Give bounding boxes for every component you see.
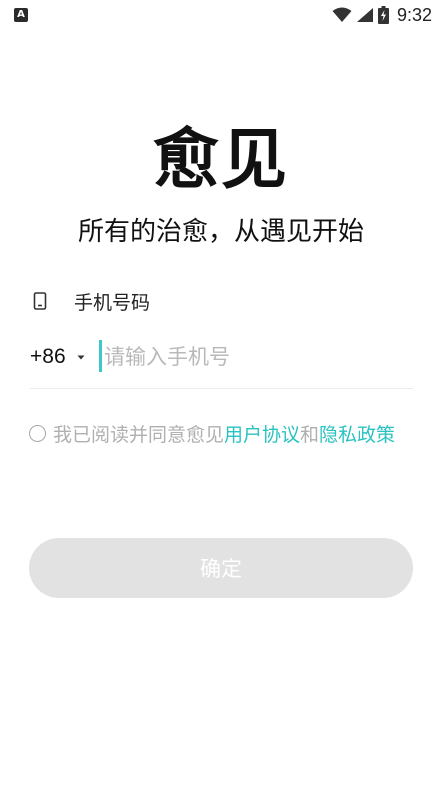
user-agreement-link[interactable]: 用户协议 bbox=[224, 420, 300, 447]
phone-section-label: 手机号码 bbox=[32, 286, 150, 316]
text-cursor bbox=[99, 340, 102, 372]
status-time: 9:32 bbox=[396, 4, 432, 25]
battery-charging-icon bbox=[377, 6, 389, 24]
phone-input-row: +86 bbox=[30, 336, 413, 389]
agreement-prefix: 我已阅读并同意愈见 bbox=[53, 423, 225, 446]
country-code-selector[interactable]: +86 bbox=[30, 336, 88, 378]
signal-icon bbox=[356, 8, 373, 22]
mobile-phone-icon bbox=[33, 292, 47, 310]
agreement-row: 我已阅读并同意愈见 用户协议 和 隐私政策 bbox=[29, 419, 395, 447]
caret-down-icon bbox=[77, 355, 85, 360]
confirm-button[interactable]: 确定 bbox=[29, 538, 413, 598]
agreement-conjunction: 和 bbox=[300, 423, 320, 446]
agreement-radio[interactable] bbox=[29, 424, 46, 442]
wifi-icon bbox=[332, 7, 352, 22]
app-logo-title: 愈见 bbox=[153, 121, 289, 198]
status-bar: A 9:32 bbox=[0, 0, 442, 30]
privacy-policy-link[interactable]: 隐私政策 bbox=[319, 420, 395, 447]
status-right: 9:32 bbox=[332, 4, 432, 26]
notification-icon: A bbox=[14, 8, 28, 22]
country-code-text: +86 bbox=[30, 345, 66, 368]
phone-section-text: 手机号码 bbox=[74, 291, 151, 314]
phone-number-input[interactable] bbox=[104, 338, 404, 376]
app-slogan: 所有的治愈，从遇见开始 bbox=[77, 217, 364, 247]
